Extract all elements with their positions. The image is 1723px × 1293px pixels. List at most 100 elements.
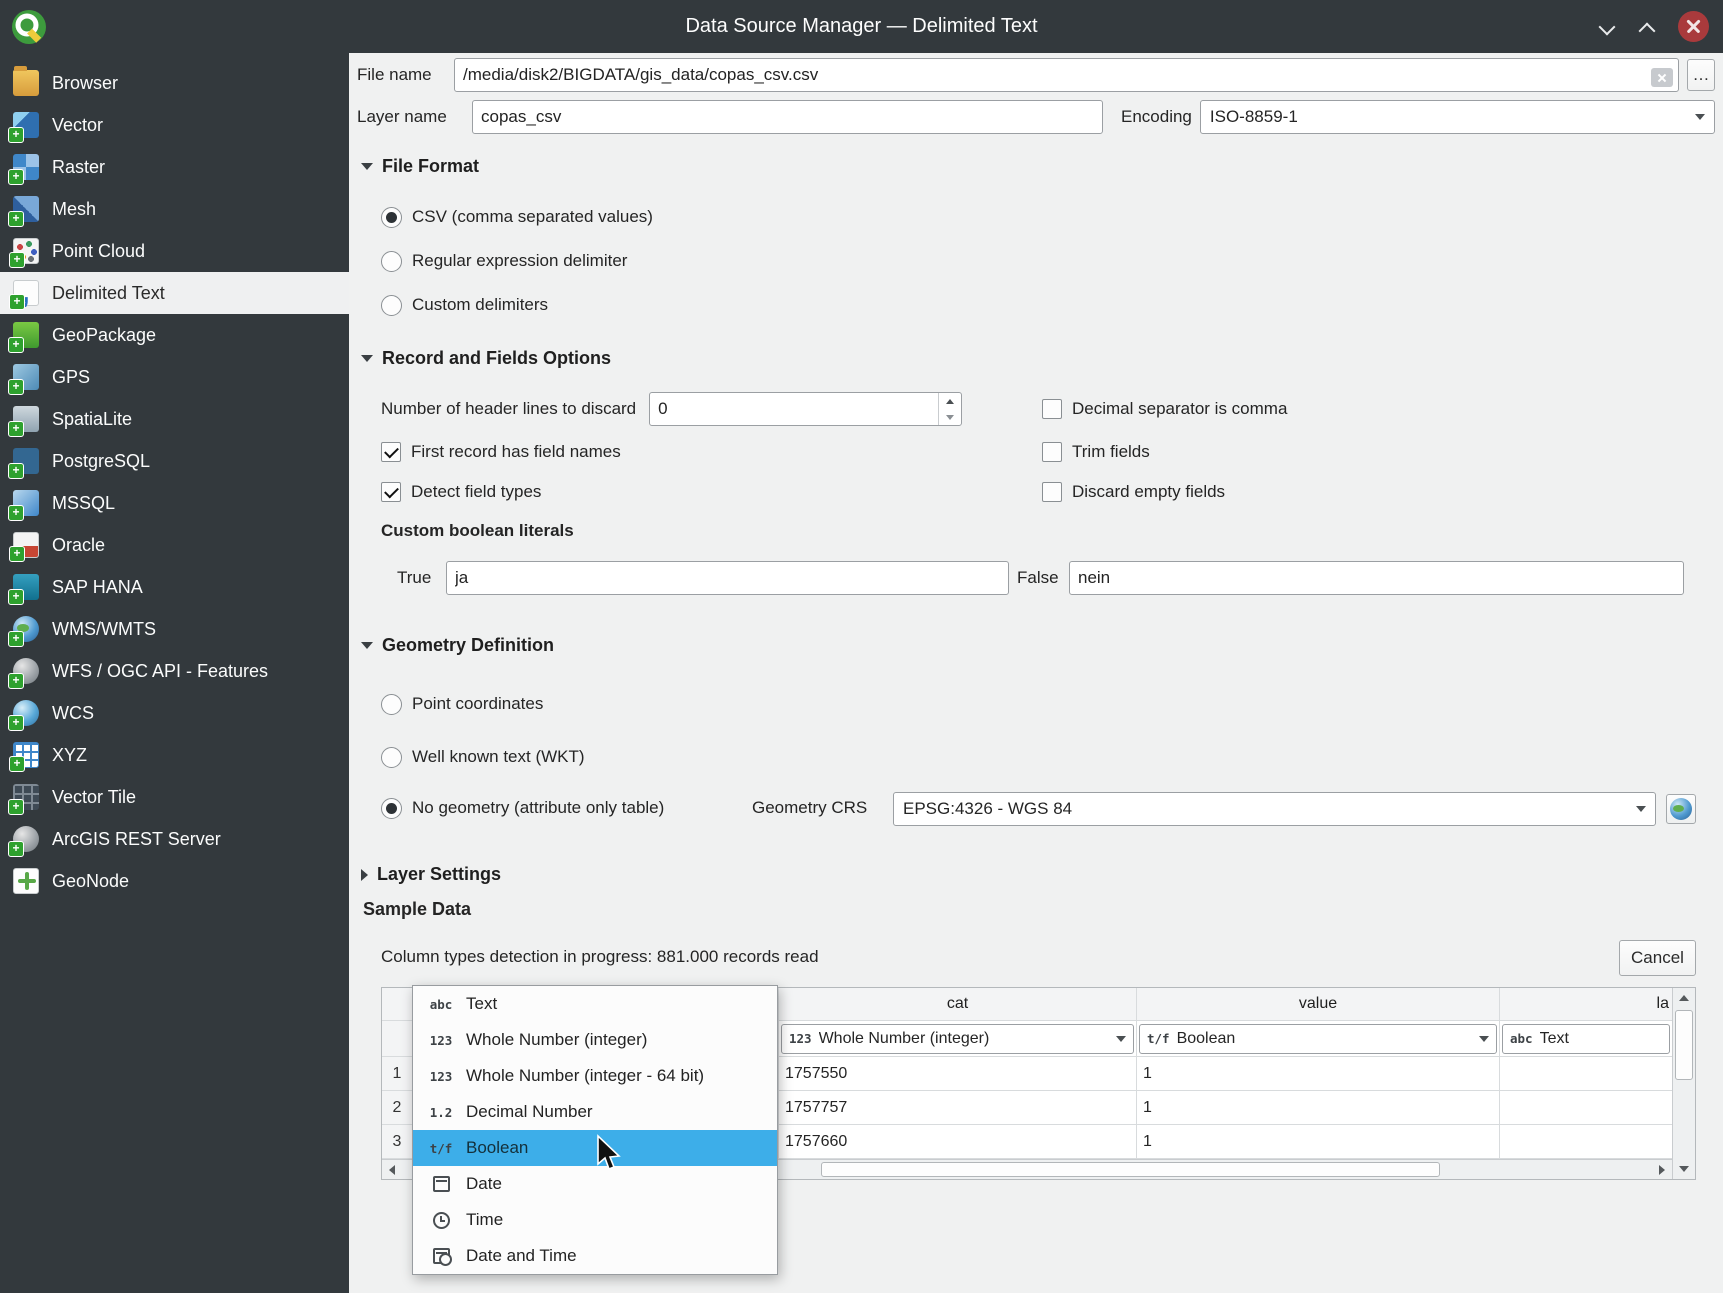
column-header-la[interactable]: la [1500, 988, 1672, 1021]
value-type-combobox[interactable]: t/f Boolean [1139, 1024, 1497, 1054]
sidebar-item-delimited-text[interactable]: Delimited Text [0, 272, 349, 314]
sidebar-item-geonode[interactable]: GeoNode [0, 860, 349, 902]
arrow-right-icon [1659, 1165, 1665, 1175]
menu-item-whole-number[interactable]: 123 Whole Number (integer) [413, 1022, 777, 1058]
sidebar-item-sap-hana[interactable]: SAP HANA [0, 566, 349, 608]
sidebar-item-vector-tile[interactable]: Vector Tile [0, 776, 349, 818]
sidebar-item-wcs[interactable]: WCS [0, 692, 349, 734]
qgis-logo-icon [10, 8, 48, 46]
sidebar-item-arcgis-rest[interactable]: ArcGIS REST Server [0, 818, 349, 860]
sidebar-item-xyz[interactable]: XYZ [0, 734, 349, 776]
radio-point-coordinates[interactable] [381, 694, 402, 715]
gps-icon [13, 364, 39, 390]
file-format-section-header[interactable]: File Format [361, 156, 479, 177]
radio-custom-delimiters[interactable] [381, 295, 402, 316]
sidebar-item-spatialite[interactable]: SpatiaLite [0, 398, 349, 440]
sidebar-item-label: GPS [52, 367, 90, 388]
sidebar-item-mssql[interactable]: MSSQL [0, 482, 349, 524]
sidebar-item-wms-wmts[interactable]: WMS/WMTS [0, 608, 349, 650]
menu-item-whole-number-64[interactable]: 123 Whole Number (integer - 64 bit) [413, 1058, 777, 1094]
sidebar-item-browser[interactable]: Browser [0, 62, 349, 104]
menu-item-label: Time [466, 1210, 503, 1230]
menu-item-text[interactable]: abc Text [413, 986, 777, 1022]
header-lines-input[interactable] [649, 392, 962, 426]
radio-regex-label: Regular expression delimiter [412, 251, 627, 271]
sidebar-item-postgresql[interactable]: PostgreSQL [0, 440, 349, 482]
radio-no-geometry-label: No geometry (attribute only table) [412, 798, 664, 818]
cat-type-combobox[interactable]: 123 Whole Number (integer) [781, 1024, 1134, 1054]
sidebar-item-label: Oracle [52, 535, 105, 556]
layer-settings-section-header[interactable]: Layer Settings [361, 864, 501, 885]
checkbox-discard-empty-fields[interactable] [1042, 482, 1062, 502]
encoding-combobox[interactable]: ISO-8859-1 [1200, 100, 1715, 134]
calendar-icon [425, 1176, 457, 1192]
scroll-right-button[interactable] [1652, 1160, 1672, 1180]
sidebar-item-oracle[interactable]: Oracle [0, 524, 349, 566]
wcs-globe-icon [13, 700, 39, 726]
vertical-scroll-thumb[interactable] [1675, 1010, 1693, 1080]
radio-csv[interactable] [381, 207, 402, 228]
sidebar-item-raster[interactable]: Raster [0, 146, 349, 188]
checkbox-detect-field-types[interactable] [381, 482, 401, 502]
column-header-value[interactable]: value [1137, 988, 1500, 1021]
horizontal-scroll-thumb[interactable] [821, 1162, 1440, 1177]
la-type-combobox[interactable]: abc Text [1502, 1024, 1670, 1054]
spin-up-button[interactable] [939, 393, 961, 409]
type-combo-label: Text [1540, 1030, 1569, 1048]
boolean-false-input[interactable] [1069, 561, 1684, 595]
sidebar-item-gps[interactable]: GPS [0, 356, 349, 398]
cell-la [1500, 1057, 1672, 1091]
sidebar-item-geopackage[interactable]: GeoPackage [0, 314, 349, 356]
true-label: True [397, 568, 431, 588]
clear-text-icon[interactable] [1651, 68, 1673, 87]
close-button[interactable] [1678, 11, 1709, 42]
source-type-sidebar: Browser Vector Raster Mesh Point Cloud D… [0, 53, 349, 1293]
file-name-input[interactable] [454, 58, 1679, 92]
row-header-cell [382, 1021, 413, 1057]
sidebar-item-vector[interactable]: Vector [0, 104, 349, 146]
sidebar-item-label: WCS [52, 703, 94, 724]
scroll-down-button[interactable] [1674, 1159, 1694, 1179]
scroll-up-button[interactable] [1674, 988, 1694, 1008]
scroll-left-button[interactable] [382, 1160, 402, 1180]
checkbox-first-record-names[interactable] [381, 442, 401, 462]
column-header-cat[interactable]: cat [779, 988, 1137, 1021]
vertical-scrollbar[interactable] [1672, 988, 1695, 1179]
menu-item-decimal-number[interactable]: 1.2 Decimal Number [413, 1094, 777, 1130]
calendar-clock-icon [425, 1248, 457, 1264]
checkbox-decimal-comma[interactable] [1042, 399, 1062, 419]
chevron-down-icon [1695, 114, 1705, 120]
geometry-section-header[interactable]: Geometry Definition [361, 635, 554, 656]
arcgis-rest-icon [13, 826, 39, 852]
type-combo-label: Whole Number (integer) [819, 1030, 990, 1048]
browser-icon [13, 70, 39, 96]
radio-wkt[interactable] [381, 747, 402, 768]
menu-item-date[interactable]: Date [413, 1166, 777, 1202]
menu-item-label: Text [466, 994, 497, 1014]
shade-down-icon[interactable] [1598, 19, 1616, 35]
layer-settings-title: Layer Settings [377, 864, 501, 885]
record-fields-section-header[interactable]: Record and Fields Options [361, 348, 611, 369]
browse-file-button[interactable]: … [1687, 59, 1715, 91]
sidebar-item-point-cloud[interactable]: Point Cloud [0, 230, 349, 272]
mssql-icon [13, 490, 39, 516]
cell-value: 1 [1137, 1057, 1500, 1091]
sample-data-title: Sample Data [363, 899, 471, 920]
sidebar-item-wfs[interactable]: WFS / OGC API - Features [0, 650, 349, 692]
point-cloud-icon [13, 238, 39, 264]
layer-name-input[interactable] [472, 100, 1103, 134]
shade-up-icon[interactable] [1638, 19, 1656, 35]
menu-item-date-and-time[interactable]: Date and Time [413, 1238, 777, 1274]
select-crs-button[interactable] [1666, 794, 1696, 824]
boolean-true-input[interactable] [446, 561, 1009, 595]
sidebar-item-mesh[interactable]: Mesh [0, 188, 349, 230]
menu-item-boolean[interactable]: t/f Boolean [413, 1130, 777, 1166]
radio-regex-delimiter[interactable] [381, 251, 402, 272]
cancel-detection-button[interactable]: Cancel [1619, 940, 1696, 976]
geometry-crs-combobox[interactable]: EPSG:4326 - WGS 84 [893, 792, 1656, 826]
checkbox-trim-fields[interactable] [1042, 442, 1062, 462]
radio-no-geometry[interactable] [381, 798, 402, 819]
spin-down-button[interactable] [939, 409, 961, 425]
sidebar-item-label: WMS/WMTS [52, 619, 156, 640]
menu-item-time[interactable]: Time [413, 1202, 777, 1238]
